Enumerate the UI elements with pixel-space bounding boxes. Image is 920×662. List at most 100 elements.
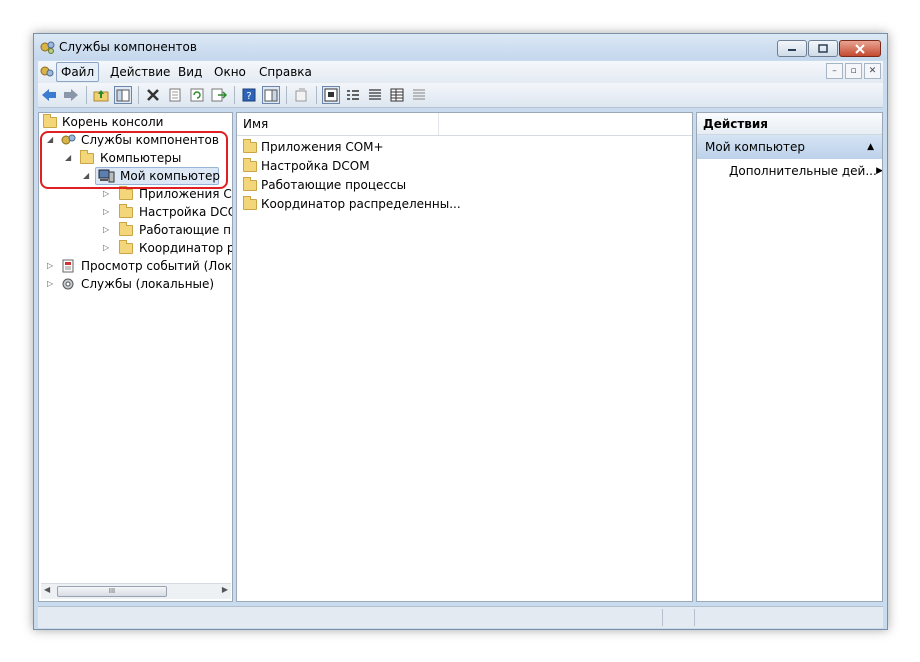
large-icons-button[interactable] [322, 86, 340, 104]
more-actions-label: Дополнительные дей... [729, 164, 877, 178]
forward-button[interactable] [62, 86, 80, 104]
up-folder-icon [93, 90, 109, 102]
scroll-right-icon[interactable]: ▶ [222, 585, 228, 594]
submenu-arrow-icon: ▶ [876, 166, 883, 176]
menu-view[interactable]: Вид [174, 64, 206, 80]
actions-pane: Действия Мой компьютер ▲ Дополнительные … [696, 112, 883, 602]
details-view-button[interactable] [388, 86, 406, 104]
show-hide-action-icon [264, 89, 278, 101]
tree-label: Настройка DCOM [139, 205, 232, 219]
small-icons-icon [347, 90, 359, 100]
folder-icon [243, 177, 257, 191]
small-icons-button[interactable] [344, 86, 362, 104]
annotation-highlight [40, 131, 228, 189]
tree-pane[interactable]: Корень консоли ◢ Службы компонентов ◢ Ко… [38, 112, 233, 602]
folder-icon [119, 204, 133, 218]
maximize-button[interactable] [808, 40, 838, 57]
collapsed-arrow-icon[interactable]: ▷ [47, 275, 53, 293]
tree-label: Работающие прс [139, 223, 232, 237]
folder-icon [243, 139, 257, 153]
folder-icon [243, 158, 257, 172]
forward-icon [64, 89, 78, 101]
folder-icon [119, 186, 133, 200]
export-icon [211, 88, 227, 102]
list-pane[interactable]: Имя Приложения COM+ Настройка DCOM Работ… [236, 112, 693, 602]
folder-icon [119, 222, 133, 236]
help-button[interactable]: ? [240, 86, 258, 104]
refresh-button[interactable] [188, 86, 206, 104]
list-item-label: Настройка DCOM [261, 159, 370, 173]
actions-header: Действия [697, 113, 882, 135]
properties-view-button[interactable] [410, 86, 428, 104]
folder-icon [119, 240, 133, 254]
mdi-restore-button[interactable]: ▫ [845, 63, 862, 79]
tree-item-event-viewer[interactable]: ▷ Просмотр событий (Локал [41, 257, 233, 275]
refresh-icon [190, 88, 204, 102]
mdi-minimize-button[interactable]: – [826, 63, 843, 79]
toolbar: ? [38, 83, 883, 108]
large-icons-icon [324, 88, 338, 102]
column-header[interactable]: Имя [237, 113, 692, 136]
window-title: Службы компонентов [59, 40, 197, 54]
list-item-label: Координатор распределенны... [261, 197, 461, 211]
menu-bar: Файл Действие Вид Окно Справка – ▫ ✕ [38, 61, 883, 83]
tree-label: Просмотр событий (Локал [81, 259, 233, 273]
scroll-thumb[interactable]: III [57, 586, 167, 597]
properties-icon [169, 88, 181, 102]
delete-icon [147, 89, 159, 101]
mdi-close-button[interactable]: ✕ [864, 63, 881, 79]
close-icon [855, 43, 865, 54]
column-name-header[interactable]: Имя [243, 117, 268, 131]
tree-item-running-processes[interactable]: ▷ Работающие прс [41, 221, 232, 239]
title-bar[interactable]: Службы компонентов [34, 34, 887, 60]
list-item-label: Работающие процессы [261, 178, 407, 192]
up-folder-button[interactable] [92, 86, 110, 104]
actions-group-label: Мой компьютер [705, 140, 805, 154]
tree-item-dtc[interactable]: ▷ Координатор рас [41, 239, 232, 257]
export-button[interactable] [210, 86, 228, 104]
tree-horizontal-scrollbar[interactable]: ◀ III ▶ [41, 583, 231, 599]
collapse-up-icon[interactable]: ▲ [867, 135, 874, 159]
minimize-button[interactable] [777, 40, 807, 57]
tree-root-label: Корень консоли [62, 115, 164, 129]
event-viewer-icon [62, 259, 74, 273]
collapsed-arrow-icon[interactable]: ▷ [103, 221, 109, 239]
minimize-icon [788, 48, 796, 51]
back-icon [42, 89, 56, 101]
status-bar [38, 606, 883, 628]
show-hide-action-button[interactable] [262, 86, 280, 104]
menu-window[interactable]: Окно [210, 64, 250, 80]
tree-item-services[interactable]: ▷ Службы (локальные) [41, 275, 231, 293]
component-services-icon [40, 41, 55, 54]
details-view-icon [390, 88, 404, 102]
collapsed-arrow-icon[interactable]: ▷ [103, 203, 109, 221]
tree-item-dcom-config[interactable]: ▷ Настройка DCOM [41, 203, 232, 221]
delete-button[interactable] [144, 86, 162, 104]
scroll-left-icon[interactable]: ◀ [44, 585, 50, 594]
services-gear-icon [62, 278, 74, 290]
menu-file[interactable]: Файл [56, 62, 100, 82]
maximize-icon [818, 44, 828, 53]
more-actions-item[interactable]: Дополнительные дей... ▶ [729, 161, 882, 181]
close-button[interactable] [839, 40, 881, 57]
menu-help[interactable]: Справка [255, 64, 316, 80]
list-view-button[interactable] [366, 86, 384, 104]
menu-action[interactable]: Действие [106, 64, 174, 80]
tree-label: Службы (локальные) [81, 277, 215, 291]
folder-icon [43, 114, 57, 128]
list-view-icon [369, 89, 381, 100]
properties-button[interactable] [166, 86, 184, 104]
back-button[interactable] [40, 86, 58, 104]
show-hide-tree-button[interactable] [114, 86, 132, 104]
new-window-button[interactable] [292, 86, 310, 104]
new-window-icon [295, 88, 307, 102]
help-icon: ? [242, 88, 256, 102]
collapsed-arrow-icon[interactable]: ▷ [47, 257, 53, 275]
folder-icon [243, 196, 257, 210]
collapsed-arrow-icon[interactable]: ▷ [103, 239, 109, 257]
scroll-thumb-grip: III [108, 587, 116, 595]
properties-view-icon [413, 89, 425, 100]
actions-group-my-computer[interactable]: Мой компьютер ▲ [697, 135, 882, 159]
show-hide-tree-icon [116, 89, 130, 101]
mmc-window: Службы компонентов Файл Действие Вид Окн… [33, 33, 888, 630]
